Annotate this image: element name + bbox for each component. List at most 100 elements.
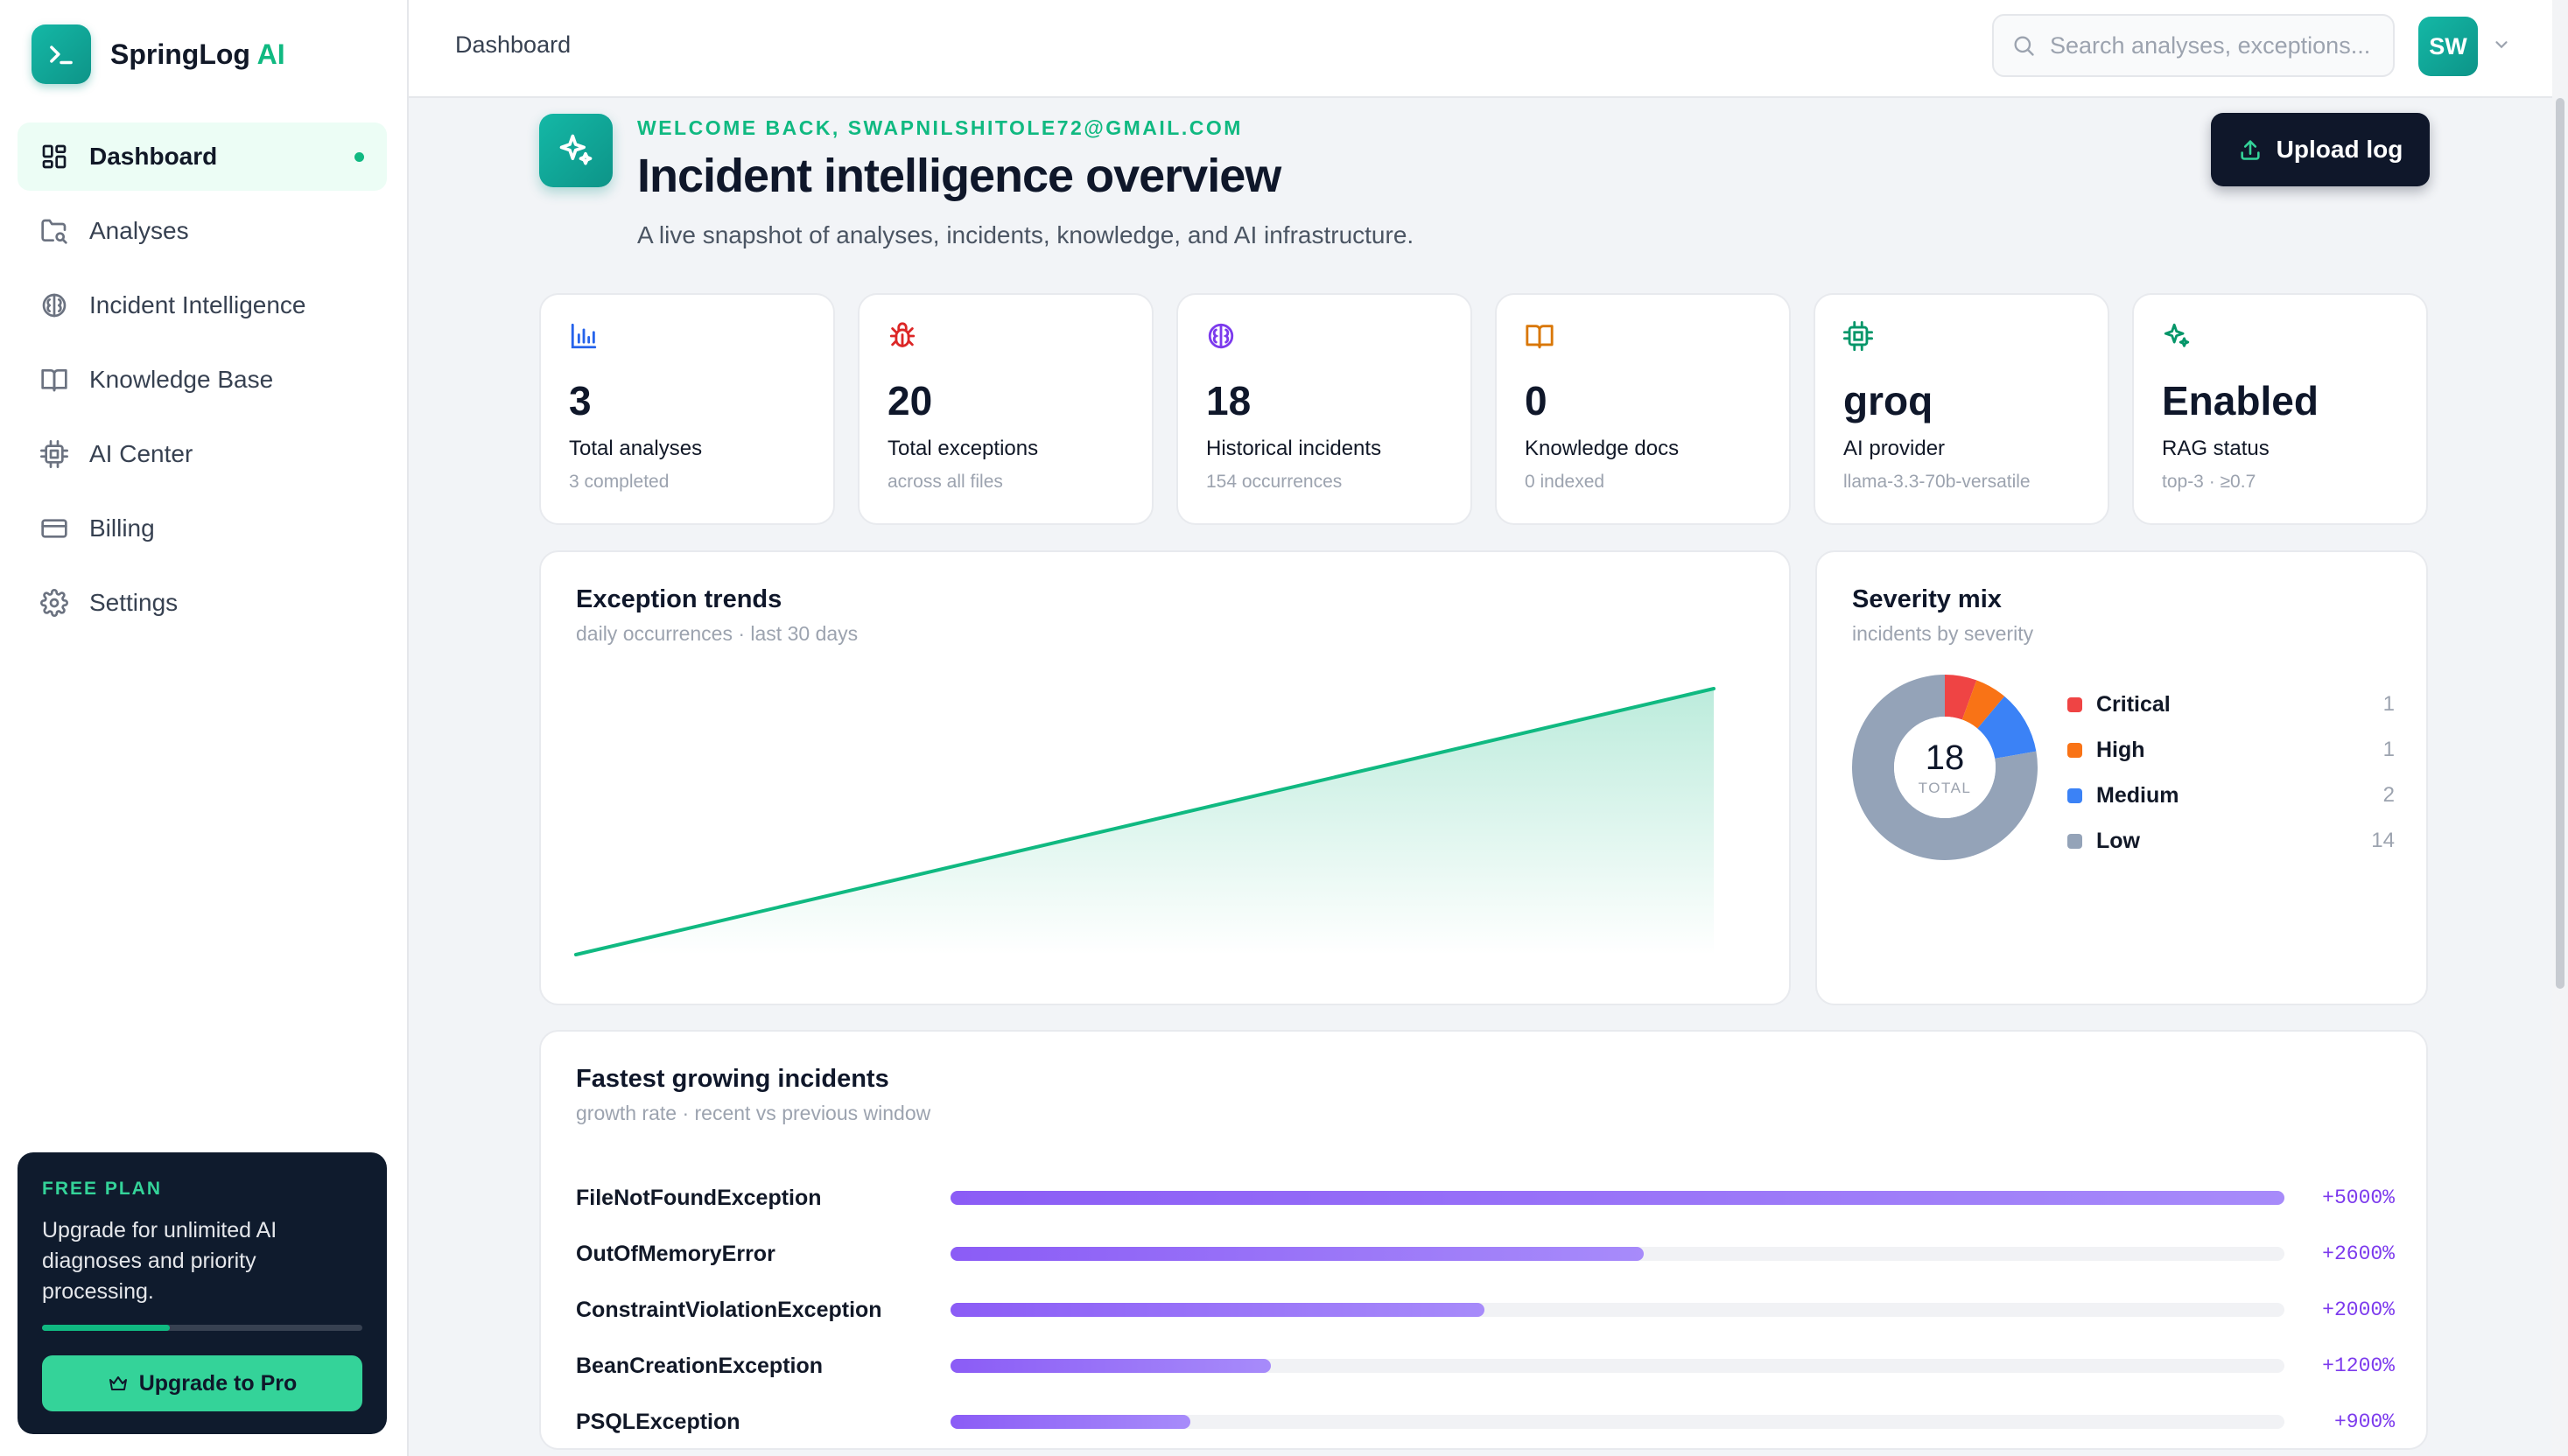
stat-subtext: llama-3.3-70b-versatile bbox=[1843, 472, 2031, 492]
dashboard-grid-icon bbox=[39, 141, 70, 172]
growth-percent: +2000% bbox=[2322, 1298, 2395, 1321]
upgrade-button[interactable]: Upgrade to Pro bbox=[42, 1355, 362, 1411]
legend-label: Critical bbox=[2096, 691, 2171, 717]
promo-text: Upgrade for unlimited AI diagnoses and p… bbox=[42, 1218, 277, 1304]
stat-value: 18 bbox=[1206, 378, 1252, 424]
fastest-growing-incidents-card: Fastest growing incidents growth rate · … bbox=[539, 1030, 2428, 1450]
growth-bar-track bbox=[951, 1415, 2284, 1429]
growth-bar-fill bbox=[951, 1359, 1271, 1373]
incident-name: OutOfMemoryError bbox=[576, 1241, 775, 1266]
sidebar-nav: Dashboard Analyses Incident Intelligence… bbox=[18, 122, 387, 643]
page-subtitle: A live snapshot of analyses, incidents, … bbox=[637, 221, 1414, 248]
stat-value: 3 bbox=[569, 378, 592, 424]
stat-subtext: 154 occurrences bbox=[1206, 472, 1343, 492]
donut-total-label: TOTAL bbox=[1918, 779, 1972, 796]
upgrade-promo-card: FREE PLAN Upgrade for unlimited AI diagn… bbox=[18, 1152, 387, 1434]
incident-name: FileNotFoundException bbox=[576, 1185, 822, 1210]
growth-row[interactable]: PSQLException +900% bbox=[576, 1404, 2395, 1439]
growth-percent: +1200% bbox=[2322, 1354, 2395, 1377]
terminal-logo-icon bbox=[32, 24, 91, 84]
growth-bar-track bbox=[951, 1191, 2284, 1205]
sidebar-item-dashboard[interactable]: Dashboard bbox=[18, 122, 387, 191]
growth-row[interactable]: FileNotFoundException +5000% bbox=[576, 1180, 2395, 1215]
upload-icon bbox=[2238, 137, 2263, 162]
legend-value: 1 bbox=[2382, 692, 2395, 716]
growth-bar-fill bbox=[951, 1247, 1645, 1261]
growth-row[interactable]: OutOfMemoryError +2600% bbox=[576, 1236, 2395, 1271]
crown-icon bbox=[108, 1373, 129, 1394]
book-open-icon bbox=[1525, 321, 1558, 354]
avatar[interactable]: SW bbox=[2418, 17, 2478, 76]
plan-tag: FREE PLAN bbox=[42, 1179, 163, 1199]
stat-card-ai-provider: groq AI provider llama-3.3-70b-versatile bbox=[1814, 293, 2109, 525]
growth-row[interactable]: BeanCreationException +1200% bbox=[576, 1348, 2395, 1383]
stat-value: 0 bbox=[1525, 378, 1547, 424]
legend-swatch bbox=[2067, 742, 2082, 758]
sidebar-item-label: Dashboard bbox=[89, 143, 218, 170]
growth-percent: +2600% bbox=[2322, 1242, 2395, 1265]
stat-subtext: across all files bbox=[888, 472, 1003, 492]
active-indicator-dot bbox=[354, 151, 364, 162]
sidebar-item-label: Settings bbox=[89, 589, 179, 616]
legend-value: 14 bbox=[2371, 829, 2395, 852]
sidebar-item-billing[interactable]: Billing bbox=[18, 494, 387, 563]
brain-icon bbox=[39, 290, 70, 321]
exception-trends-card: Exception trends daily occurrences · las… bbox=[539, 550, 1791, 1005]
growth-bar-fill bbox=[951, 1191, 2284, 1205]
sidebar-item-label: AI Center bbox=[89, 440, 193, 467]
stat-label: Total exceptions bbox=[888, 437, 1039, 460]
stat-card-total-exceptions: 20 Total exceptions across all files bbox=[858, 293, 1154, 525]
cpu-icon bbox=[39, 438, 70, 470]
stat-card-rag-status: Enabled RAG status top-3 · ≥0.7 bbox=[2132, 293, 2428, 525]
sidebar-item-analyses[interactable]: Analyses bbox=[18, 197, 387, 265]
stat-value: Enabled bbox=[2162, 378, 2319, 424]
card-subtitle: growth rate · recent vs previous window bbox=[576, 1102, 931, 1124]
sidebar-item-knowledge-base[interactable]: Knowledge Base bbox=[18, 346, 387, 414]
gear-icon bbox=[39, 587, 70, 619]
legend-value: 2 bbox=[2382, 783, 2395, 807]
sparkles-icon bbox=[539, 114, 613, 187]
legend-value: 1 bbox=[2382, 738, 2395, 761]
search-input[interactable] bbox=[2050, 32, 2382, 60]
chevron-down-icon[interactable] bbox=[2492, 35, 2511, 54]
credit-card-icon bbox=[39, 513, 70, 544]
sidebar-item-incident-intelligence[interactable]: Incident Intelligence bbox=[18, 271, 387, 340]
upgrade-button-label: Upgrade to Pro bbox=[138, 1370, 298, 1396]
search-box[interactable] bbox=[1992, 14, 2395, 77]
legend-swatch bbox=[2067, 696, 2082, 712]
incident-name: BeanCreationException bbox=[576, 1353, 824, 1378]
sidebar-item-label: Analyses bbox=[89, 217, 189, 244]
growth-percent: +900% bbox=[2333, 1410, 2395, 1433]
sidebar-item-ai-center[interactable]: AI Center bbox=[18, 420, 387, 488]
growth-bar-track bbox=[951, 1303, 2284, 1317]
stat-subtext: 0 indexed bbox=[1525, 472, 1605, 492]
growth-row[interactable]: ConstraintViolationException +2000% bbox=[576, 1292, 2395, 1327]
legend-item-high: High 1 bbox=[2067, 727, 2395, 773]
donut-total-value: 18 bbox=[1925, 738, 1965, 777]
trend-chart bbox=[574, 687, 1716, 956]
stat-label: Total analyses bbox=[569, 437, 703, 460]
stat-subtext: top-3 · ≥0.7 bbox=[2162, 472, 2256, 492]
upload-log-button[interactable]: Upload log bbox=[2211, 113, 2430, 186]
severity-mix-card: Severity mix incidents by severity 18 TO… bbox=[1815, 550, 2428, 1005]
scrollbar-thumb[interactable] bbox=[2556, 98, 2564, 989]
plan-usage-fill bbox=[42, 1325, 171, 1331]
severity-legend: Critical 1 High 1 Medium 2 Low 14 bbox=[2067, 682, 2395, 864]
page-title: Incident intelligence overview bbox=[637, 150, 1281, 202]
stat-label: Knowledge docs bbox=[1525, 437, 1680, 460]
stat-value: 20 bbox=[888, 378, 933, 424]
sidebar: SpringLog AI Dashboard Analyses Incident… bbox=[0, 0, 409, 1456]
legend-label: High bbox=[2096, 737, 2145, 762]
legend-item-low: Low 14 bbox=[2067, 818, 2395, 864]
card-subtitle: incidents by severity bbox=[1852, 622, 2034, 645]
card-title: Severity mix bbox=[1852, 585, 2002, 613]
brand[interactable]: SpringLog AI bbox=[32, 24, 285, 84]
sidebar-item-settings[interactable]: Settings bbox=[18, 569, 387, 637]
sidebar-item-label: Knowledge Base bbox=[89, 366, 274, 393]
cpu-icon bbox=[1843, 321, 1877, 354]
stat-subtext: 3 completed bbox=[569, 472, 670, 492]
incident-name: PSQLException bbox=[576, 1409, 740, 1434]
stat-label: RAG status bbox=[2162, 437, 2270, 460]
page-scrollbar[interactable] bbox=[2552, 0, 2568, 1456]
brain-icon bbox=[1206, 321, 1239, 354]
